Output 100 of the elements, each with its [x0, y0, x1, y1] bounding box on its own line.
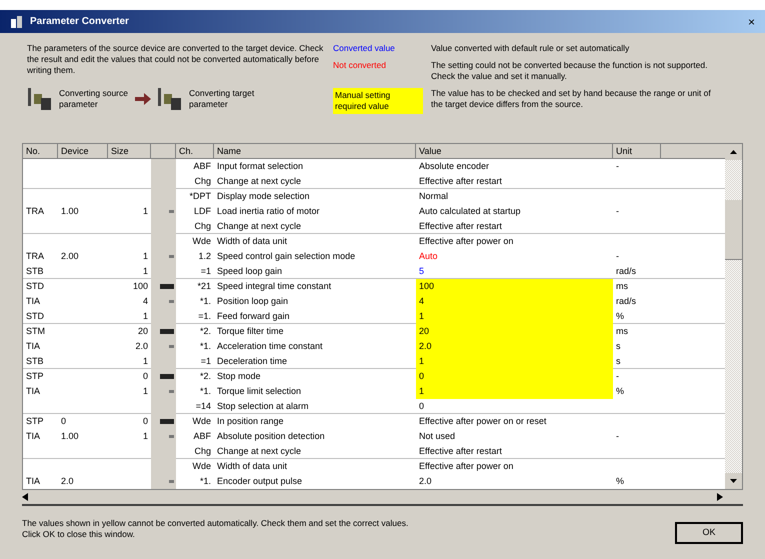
column-header[interactable]: Unit — [613, 144, 661, 159]
table-cell-text: Wde — [191, 460, 212, 473]
legend-note: Value converted with default rule or set automatically — [431, 43, 630, 54]
table-cell-text: STM — [25, 325, 46, 338]
table-cell-text: 2.0 — [134, 340, 149, 353]
table-cell-text: Stop mode — [216, 370, 262, 383]
device-icon — [157, 86, 183, 112]
table-cell-text: Load inertia ratio of motor — [216, 205, 321, 218]
table-cell-text: rad/s — [615, 295, 638, 308]
column-header[interactable]: Value — [416, 144, 613, 159]
table-cell-text: Feed forward gain — [216, 310, 291, 323]
table-cell-text: s — [615, 355, 622, 368]
device-icon — [27, 86, 53, 112]
marker-icon — [160, 284, 174, 289]
table-cell-text: 1 — [142, 355, 149, 368]
table-cell-text: Input format selection — [216, 160, 304, 173]
scroll-right-icon[interactable] — [717, 493, 723, 501]
table-cell-text: TIA — [25, 295, 42, 308]
legend-note: The setting could not be converted because the function is not supported. Check the value and set it manually. — [431, 60, 708, 82]
description-text: The parameters of the source device are converted to the target device. Check the result and edit the values that could not be converted automatically before writing them. — [27, 43, 324, 76]
table-cell-text: TIA — [25, 340, 42, 353]
ok-button[interactable]: OK — [675, 522, 743, 544]
table-cell-text: 2.0 — [418, 475, 433, 488]
table-cell-text: LDF — [192, 205, 212, 218]
table-cell: 2.0 — [416, 339, 613, 354]
table-cell-text: STB — [25, 355, 45, 368]
table-cell-text: 1 — [142, 250, 149, 263]
column-header[interactable]: Ch. — [176, 144, 214, 159]
table-cell-text: Speed loop gain — [216, 265, 284, 278]
column-header[interactable] — [151, 144, 176, 159]
table-cell-text: Effective after power on — [418, 460, 514, 473]
table-cell-text: 2.0 — [60, 475, 75, 488]
table-cell-text: *1. — [198, 295, 212, 308]
table-cell-text: 0 — [142, 370, 149, 383]
table-cell-text: Position loop gain — [216, 295, 290, 308]
column-header[interactable]: Name — [214, 144, 416, 159]
table-cell-text: TRA — [25, 205, 45, 218]
table-cell-text: Absolute position detection — [216, 430, 326, 443]
table-cell-text: TIA — [25, 430, 42, 443]
table-cell-text: Torque filter time — [216, 325, 285, 338]
table-cell-text: =1. — [197, 310, 212, 323]
column-header[interactable]: Device — [58, 144, 108, 159]
scroll-thumb[interactable] — [725, 200, 742, 260]
table-cell-text: TIA — [25, 475, 42, 488]
table-cell-text: 0 — [60, 415, 68, 428]
table-cell-text: - — [615, 370, 620, 383]
target-label: Converting target parameter — [189, 88, 256, 110]
table-cell-text: s — [615, 340, 622, 353]
table-cell: 0 — [416, 369, 613, 384]
table-cell-text: Not used — [418, 430, 456, 443]
table-cell-text: 2.00 — [60, 250, 80, 263]
table-cell-text: - — [615, 160, 620, 173]
marker-icon — [169, 345, 174, 348]
table-cell-text: Acceleration time constant — [216, 340, 324, 353]
table-cell-text: 4 — [142, 295, 149, 308]
table-cell: 4 — [416, 294, 613, 309]
table-cell-text: 0 — [142, 415, 149, 428]
column-header[interactable]: No. — [23, 144, 58, 159]
scroll-down-icon[interactable] — [725, 473, 742, 489]
table-cell-text: STP — [25, 370, 45, 383]
table-cell-text: Torque limit selection — [216, 385, 302, 398]
table-cell-text: *DPT — [188, 190, 212, 203]
table-cell-text: ABF — [192, 430, 212, 443]
table-cell: 1 — [416, 309, 613, 324]
source-label: Converting source parameter — [59, 88, 129, 110]
vertical-scrollbar[interactable] — [725, 144, 742, 489]
table-cell-text: ms — [615, 280, 629, 293]
table-cell-text: 0 — [418, 400, 426, 413]
table-cell-text: 1 — [142, 310, 149, 323]
table-cell-text: Width of data unit — [216, 235, 288, 248]
table-cell-text: ABF — [192, 160, 212, 173]
legend-note: The value has to be checked and set by hand because the range or unit of the target device differs from the source. — [431, 88, 712, 111]
table-cell-text: Effective after power on or reset — [418, 415, 548, 428]
table-cell-text: Chg — [193, 220, 212, 233]
scroll-up-icon[interactable] — [725, 144, 742, 160]
table-cell-text: 1 — [142, 430, 149, 443]
table-cell-text: Effective after restart — [418, 445, 503, 458]
table-cell: 1 — [416, 384, 613, 399]
table-cell-text: - — [615, 430, 620, 443]
table-cell-text: % — [615, 385, 626, 398]
marker-icon — [160, 329, 174, 334]
table-cell-text: Wde — [191, 415, 212, 428]
legend-swatch: Manual setting required value — [333, 88, 423, 114]
scroll-left-icon[interactable] — [22, 493, 28, 501]
table-cell-text: Width of data unit — [216, 460, 288, 473]
close-button[interactable]: × — [748, 16, 755, 28]
table-cell-text: *1. — [198, 385, 212, 398]
marker-icon — [169, 390, 174, 393]
marker-icon — [169, 480, 174, 483]
table-cell-text: 1.2 — [197, 250, 212, 263]
table-cell-text: *21 — [196, 280, 212, 293]
window-title: Parameter Converter — [30, 15, 129, 29]
legend-label: Not converted — [333, 60, 387, 72]
table-cell-text: 1 — [142, 265, 149, 278]
table-cell-text: - — [615, 205, 620, 218]
marker-icon — [169, 435, 174, 438]
table-cell-text: Chg — [193, 175, 212, 188]
table-cell-text: 1 — [142, 205, 149, 218]
marker-icon — [169, 300, 174, 303]
table-cell-text: Speed control gain selection mode — [216, 250, 356, 263]
